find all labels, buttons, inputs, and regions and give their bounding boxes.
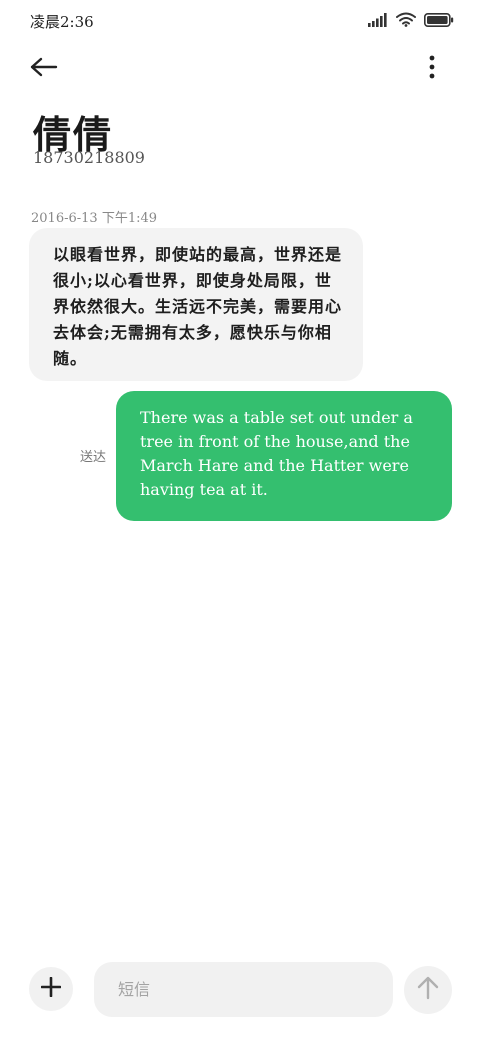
send-arrow-up-icon (417, 976, 439, 1004)
back-button[interactable] (30, 52, 74, 86)
wifi-icon (396, 12, 416, 31)
more-options-button[interactable] (420, 54, 444, 84)
contact-number: 18730218809 (33, 148, 145, 167)
conversation-screen: 凌晨2:36 倩倩 18730218809 2016-6-13 下午1:49 以… (0, 0, 480, 1040)
sms-input[interactable] (94, 962, 393, 1017)
status-bar: 凌晨2:36 (0, 0, 480, 44)
status-icons (368, 12, 454, 31)
message-timestamp: 2016-6-13 下午1:49 (31, 211, 158, 226)
delivery-status: 送达 (80, 450, 107, 465)
send-button[interactable] (404, 966, 452, 1014)
plus-icon (40, 976, 62, 1001)
incoming-message-bubble[interactable]: 以眼看世界，即使站的最高，世界还是很小;以心看世界，即使身处局限，世界依然很大。… (29, 228, 363, 381)
back-arrow-icon (30, 57, 58, 81)
more-vertical-icon (429, 55, 435, 83)
battery-icon (424, 12, 454, 31)
outgoing-message-bubble[interactable]: There was a table set out under a tree i… (116, 391, 452, 521)
add-attachment-button[interactable] (29, 967, 73, 1011)
status-time: 凌晨2:36 (30, 13, 94, 31)
signal-icon (368, 12, 388, 31)
